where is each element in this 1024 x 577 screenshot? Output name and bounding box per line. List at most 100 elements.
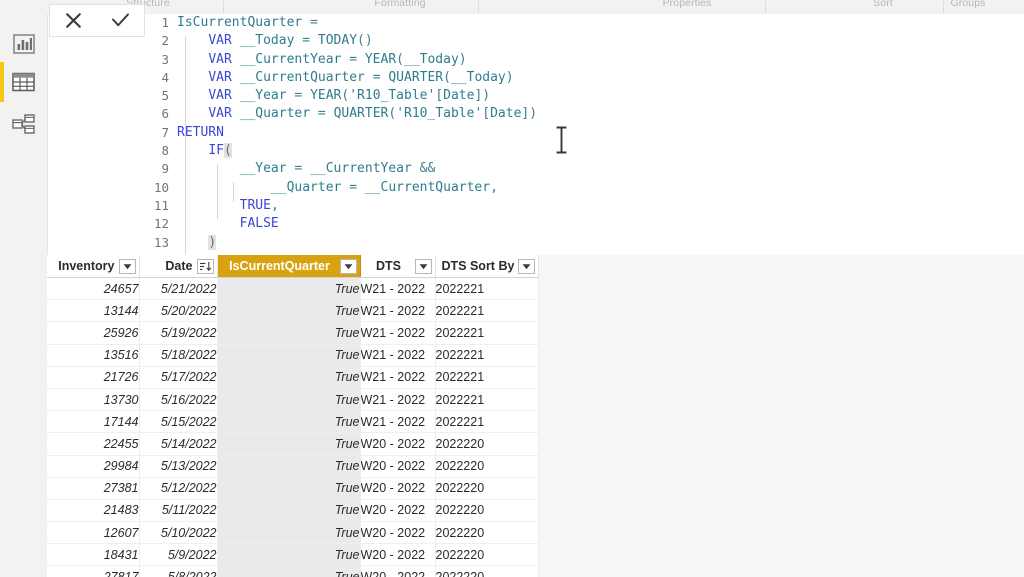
cell-dtssort[interactable]: 2022221 [435,388,540,412]
cell-dtssort[interactable]: 2022221 [435,344,540,367]
cell-inventory[interactable]: 13730 [47,388,140,412]
cell-date[interactable]: 5/20/2022 [139,299,218,323]
cell-dtssort[interactable]: 2022221 [435,366,540,389]
table-row[interactable]: 13516 5/18/2022 True W21 - 2022 2022221 [47,344,540,367]
cell-isq[interactable]: True [217,410,361,434]
cell-inventory[interactable]: 18431 [47,543,140,567]
column-filter-button-isq[interactable] [339,258,357,274]
cell-dtssort[interactable]: 2022220 [435,543,540,567]
cell-isq[interactable]: True [217,388,361,412]
table-row[interactable]: 12607 5/10/2022 True W20 - 2022 2022220 [47,521,540,545]
cell-isq[interactable]: True [217,499,361,523]
cell-inventory[interactable]: 21726 [47,366,140,389]
cell-inventory[interactable]: 12607 [47,521,140,545]
cell-dts[interactable]: W20 - 2022 [360,565,436,577]
cell-isq[interactable]: True [217,543,361,567]
cell-inventory[interactable]: 17144 [47,410,140,434]
column-header-date[interactable]: Date [139,255,218,278]
cell-dts[interactable]: W20 - 2022 [360,543,436,567]
cell-dtssort[interactable]: 2022220 [435,432,540,456]
table-row[interactable]: 24657 5/21/2022 True W21 - 2022 2022221 [47,277,540,301]
cell-inventory[interactable]: 29984 [47,455,140,478]
cell-dtssort[interactable]: 2022220 [435,455,540,478]
code-line[interactable]: 13 ) [145,234,1024,252]
cell-date[interactable]: 5/10/2022 [139,521,218,545]
cell-dts[interactable]: W21 - 2022 [360,277,436,301]
cancel-formula-button[interactable] [55,6,93,36]
cell-isq[interactable]: True [217,299,361,323]
cell-dtssort[interactable]: 2022220 [435,565,540,577]
cell-isq[interactable]: True [217,565,361,577]
cell-isq[interactable]: True [217,344,361,367]
column-filter-button-date[interactable] [196,258,214,274]
cell-date[interactable]: 5/11/2022 [139,499,218,523]
cell-dts[interactable]: W21 - 2022 [360,321,436,345]
cell-date[interactable]: 5/15/2022 [139,410,218,434]
cell-dts[interactable]: W20 - 2022 [360,477,436,500]
cell-dts[interactable]: W20 - 2022 [360,455,436,478]
table-row[interactable]: 22455 5/14/2022 True W20 - 2022 2022220 [47,432,540,456]
column-header-inventory[interactable]: Inventory [47,255,140,278]
cell-date[interactable]: 5/8/2022 [139,565,218,577]
cell-dts[interactable]: W21 - 2022 [360,366,436,389]
code-line[interactable]: 4 VAR __CurrentQuarter = QUARTER(__Today… [145,69,1024,87]
cell-inventory[interactable]: 27381 [47,477,140,500]
code-line[interactable]: 8 IF( [145,142,1024,160]
cell-dts[interactable]: W21 - 2022 [360,344,436,367]
cell-dts[interactable]: W20 - 2022 [360,432,436,456]
code-line[interactable]: 6 VAR __Quarter = QUARTER('R10_Table'[Da… [145,105,1024,123]
cell-inventory[interactable]: 27817 [47,565,140,577]
table-row[interactable]: 29984 5/13/2022 True W20 - 2022 2022220 [47,455,540,478]
column-filter-button-inventory[interactable] [118,258,136,274]
sidebar-item-data-view[interactable] [0,60,47,104]
column-header-isq[interactable]: IsCurrentQuarter [217,255,361,278]
code-line[interactable]: 2 VAR __Today = TODAY() [145,32,1024,50]
table-row[interactable]: 18431 5/9/2022 True W20 - 2022 2022220 [47,543,540,567]
cell-date[interactable]: 5/13/2022 [139,455,218,478]
cell-isq[interactable]: True [217,455,361,478]
column-filter-button-dts[interactable] [414,258,432,274]
cell-inventory[interactable]: 13516 [47,344,140,367]
cell-isq[interactable]: True [217,432,361,456]
cell-isq[interactable]: True [217,277,361,301]
code-line[interactable]: 10 __Quarter = __CurrentQuarter, [145,179,1024,197]
column-filter-button-dtssort[interactable] [518,258,536,274]
cell-dtssort[interactable]: 2022220 [435,521,540,545]
column-header-dtssort[interactable]: DTS Sort By [435,255,540,278]
cell-dtssort[interactable]: 2022221 [435,277,540,301]
code-line[interactable]: 12 FALSE [145,215,1024,233]
cell-inventory[interactable]: 25926 [47,321,140,345]
cell-date[interactable]: 5/14/2022 [139,432,218,456]
table-row[interactable]: 17144 5/15/2022 True W21 - 2022 2022221 [47,410,540,434]
table-row[interactable]: 25926 5/19/2022 True W21 - 2022 2022221 [47,321,540,345]
cell-inventory[interactable]: 24657 [47,277,140,301]
code-line[interactable]: 5 VAR __Year = YEAR('R10_Table'[Date]) [145,87,1024,105]
code-line[interactable]: 7 RETURN [145,124,1024,142]
code-line[interactable]: 11 TRUE, [145,197,1024,215]
code-line[interactable]: 3 VAR __CurrentYear = YEAR(__Today) [145,51,1024,69]
data-table-region[interactable]: Inventory Date IsCurrentQuarter DTS DTS Sort… [47,255,1024,577]
cell-inventory[interactable]: 21483 [47,499,140,523]
code-line[interactable]: 1 IsCurrentQuarter = [145,14,1024,32]
cell-date[interactable]: 5/21/2022 [139,277,218,301]
cell-dtssort[interactable]: 2022221 [435,410,540,434]
table-row[interactable]: 21483 5/11/2022 True W20 - 2022 2022220 [47,499,540,523]
table-row[interactable]: 27381 5/12/2022 True W20 - 2022 2022220 [47,477,540,500]
cell-dtssort[interactable]: 2022220 [435,477,540,500]
table-row[interactable]: 13144 5/20/2022 True W21 - 2022 2022221 [47,299,540,323]
commit-formula-button[interactable] [102,6,140,36]
cell-date[interactable]: 5/9/2022 [139,543,218,567]
cell-dts[interactable]: W20 - 2022 [360,499,436,523]
sidebar-item-model-view[interactable] [0,102,47,146]
cell-date[interactable]: 5/17/2022 [139,366,218,389]
cell-isq[interactable]: True [217,321,361,345]
cell-isq[interactable]: True [217,477,361,500]
cell-date[interactable]: 5/16/2022 [139,388,218,412]
column-header-dts[interactable]: DTS [360,255,436,278]
cell-dts[interactable]: W21 - 2022 [360,388,436,412]
cell-dtssort[interactable]: 2022221 [435,299,540,323]
code-line[interactable]: 9 __Year = __CurrentYear && [145,160,1024,178]
cell-inventory[interactable]: 13144 [47,299,140,323]
cell-isq[interactable]: True [217,366,361,389]
cell-date[interactable]: 5/18/2022 [139,344,218,367]
